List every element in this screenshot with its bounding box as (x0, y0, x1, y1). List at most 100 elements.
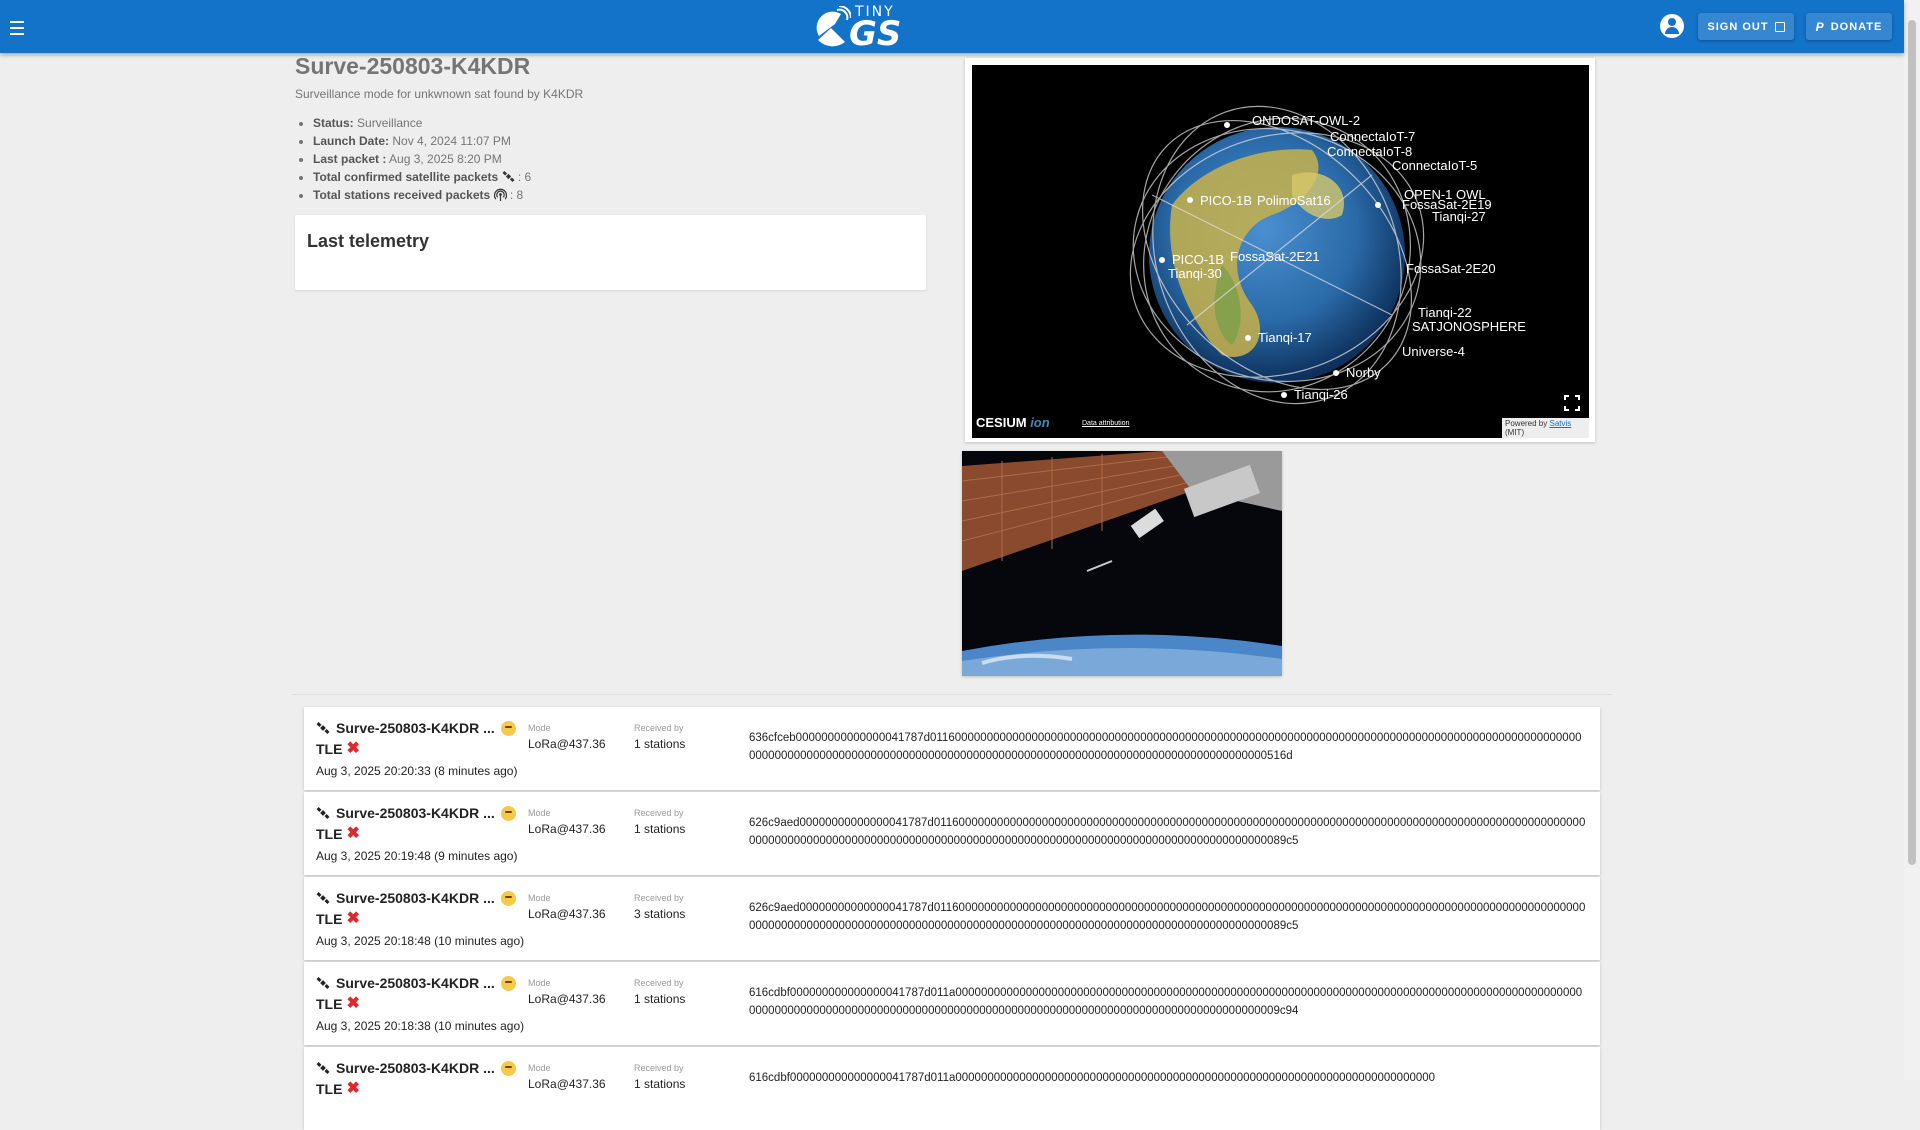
globe-sat-label: Tianqi-30 (1168, 266, 1222, 281)
logo-gs-text: GS (849, 14, 902, 54)
powered-suffix: (MIT) (1505, 428, 1525, 437)
telemetry-title: Last telemetry (307, 231, 430, 251)
scrollbar-thumb[interactable] (1908, 20, 1916, 865)
packet-card[interactable]: Surve-250803-K4KDR ... TLE ✖ Aug 3, 2025 20… (304, 877, 1600, 960)
packet-sat-name[interactable]: Surve-250803-K4KDR ... (316, 890, 516, 906)
packet-name-text: Surve-250803-K4KDR ... (336, 805, 495, 821)
satellite-icon (316, 1062, 330, 1074)
menu-icon[interactable] (10, 14, 32, 38)
stations-value: : 8 (509, 188, 524, 202)
globe-sat-label: PICO-1B (1200, 193, 1252, 208)
globe-sat-label: Norby (1346, 365, 1381, 380)
globe-sat-label: Universe-4 (1402, 344, 1465, 359)
mode-label: Mode (528, 893, 551, 903)
paypal-icon: P (1815, 19, 1825, 34)
mode-value: LoRa@437.36 (528, 907, 606, 921)
cross-mark-icon: ✖ (346, 740, 360, 757)
globe-sat-label: Tianqi-22 (1418, 305, 1472, 320)
cross-mark-icon: ✖ (346, 910, 360, 927)
tle-text: TLE (316, 826, 343, 842)
received-label: Received by (634, 723, 684, 733)
received-value: 1 stations (634, 822, 686, 836)
stations-item: Total stations received packets : 8 (313, 186, 531, 204)
packet-hex-data: 636cfceb00000000000000041787d01160000000… (749, 732, 1582, 762)
sign-out-button[interactable]: SIGN OUT (1698, 13, 1794, 40)
satellite-icon (502, 170, 515, 183)
cross-mark-icon: ✖ (346, 1080, 360, 1097)
globe-viewer-card: ONDOSAT-OWL-2 ConnectaIoT-7 ConnectaIoT-… (965, 58, 1595, 442)
packet-date: Aug 3, 2025 20:19:48 (9 minutes ago) (316, 849, 518, 863)
confirmed-label: Total confirmed satellite packets (313, 170, 499, 184)
packet-sat-name[interactable]: Surve-250803-K4KDR ... (316, 1060, 516, 1076)
satellite-icon (316, 977, 330, 989)
launch-value: Nov 4, 2024 11:07 PM (392, 134, 511, 148)
packet-tle: TLE ✖ (316, 825, 360, 843)
packet-name-text: Surve-250803-K4KDR ... (336, 720, 495, 736)
received-label: Received by (634, 893, 684, 903)
packet-hex-data: 626c9aed00000000000000041787d01160000000… (749, 902, 1586, 932)
logout-icon (1774, 21, 1785, 32)
satellite-info-list: Status: Surveillance Launch Date: Nov 4,… (295, 114, 531, 204)
packet-tle: TLE ✖ (316, 996, 360, 1013)
satellite-icon (316, 892, 330, 904)
thinking-emoji-icon (500, 720, 516, 736)
powered-by-text: Powered by Satvis (MIT) (1502, 418, 1589, 438)
packet-card[interactable]: Surve-250803-K4KDR ... TLE ✖ Aug 3, 2025 20… (304, 792, 1600, 875)
top-toolbar: TINY GS SIGN OUT P DONATE (0, 0, 1904, 54)
satellite-dish-icon (816, 6, 851, 47)
antenna-icon (493, 188, 507, 201)
globe-viewer[interactable]: ONDOSAT-OWL-2 ConnectaIoT-7 ConnectaIoT-… (972, 65, 1589, 438)
thinking-emoji-icon (500, 975, 516, 991)
section-divider (292, 694, 1612, 695)
donate-button[interactable]: P DONATE (1806, 13, 1892, 40)
last-packet-value: Aug 3, 2025 8:20 PM (389, 152, 502, 166)
cesium-ion-text: ion (1030, 415, 1050, 430)
cross-mark-icon: ✖ (346, 825, 360, 842)
packet-sat-name[interactable]: Surve-250803-K4KDR ... (316, 805, 516, 821)
data-attribution-link[interactable]: Data attribution (1082, 420, 1129, 427)
packet-sat-name[interactable]: Surve-250803-K4KDR ... (316, 975, 516, 991)
sign-out-label: SIGN OUT (1707, 20, 1769, 33)
mode-label: Mode (528, 1063, 551, 1073)
received-label: Received by (634, 978, 684, 988)
globe-sat-label: SATJONOSPHERE (1412, 319, 1526, 334)
satellite-icon (316, 807, 330, 819)
mode-value: LoRa@437.36 (528, 822, 606, 836)
packet-card[interactable]: Surve-250803-K4KDR ... TLE ✖ Mode LoRa@437.3… (304, 1047, 1600, 1130)
last-packet-item: Last packet : Aug 3, 2025 8:20 PM (313, 150, 531, 168)
tle-text: TLE (316, 741, 343, 757)
mode-label: Mode (528, 723, 551, 733)
packet-tle: TLE ✖ (316, 1080, 360, 1098)
globe-sat-label: FossaSat-2E20 (1406, 261, 1496, 276)
powered-prefix: Powered by (1505, 419, 1548, 428)
cesium-ion-logo[interactable]: CESIUM ion (976, 415, 1050, 430)
packet-date: Aug 3, 2025 20:20:33 (8 minutes ago) (316, 764, 518, 778)
globe-sat-label: Tianqi-26 (1294, 387, 1348, 402)
tle-text: TLE (316, 996, 343, 1012)
globe-sat-label: PICO-1B (1172, 252, 1224, 267)
satellite-icon (316, 722, 330, 734)
packet-sat-name[interactable]: Surve-250803-K4KDR ... (316, 720, 516, 736)
received-label: Received by (634, 1063, 684, 1073)
globe-sat-label: ConnectaIoT-5 (1392, 158, 1477, 173)
packet-name-text: Surve-250803-K4KDR ... (336, 975, 495, 991)
mode-label: Mode (528, 808, 551, 818)
tinygs-logo[interactable]: TINY GS (815, 4, 910, 54)
packet-card[interactable]: Surve-250803-K4KDR ... TLE ✖ Aug 3, 2025 20… (304, 962, 1600, 1045)
packet-name-text: Surve-250803-K4KDR ... (336, 1060, 495, 1076)
satvis-link[interactable]: Satvis (1549, 419, 1571, 428)
last-packet-label: Last packet : (313, 152, 387, 166)
fullscreen-icon[interactable] (1564, 395, 1580, 411)
earth-globe-image: ONDOSAT-OWL-2 ConnectaIoT-7 ConnectaIoT-… (1129, 105, 1526, 405)
packet-card[interactable]: Surve-250803-K4KDR ... TLE ✖ Aug 3, 2025 20… (304, 707, 1600, 790)
status-label: Status: (313, 116, 354, 130)
packet-tle: TLE ✖ (316, 910, 360, 928)
globe-sat-label: PolimoSat16 (1257, 193, 1331, 208)
page-scrollbar[interactable] (1904, 0, 1920, 1080)
globe-sat-label: ConnectaIoT-8 (1327, 144, 1412, 159)
mode-value: LoRa@437.36 (528, 992, 606, 1006)
cesium-text: CESIUM (976, 415, 1027, 430)
account-icon[interactable] (1660, 14, 1684, 38)
launch-item: Launch Date: Nov 4, 2024 11:07 PM (313, 132, 531, 150)
received-value: 1 stations (634, 992, 686, 1006)
